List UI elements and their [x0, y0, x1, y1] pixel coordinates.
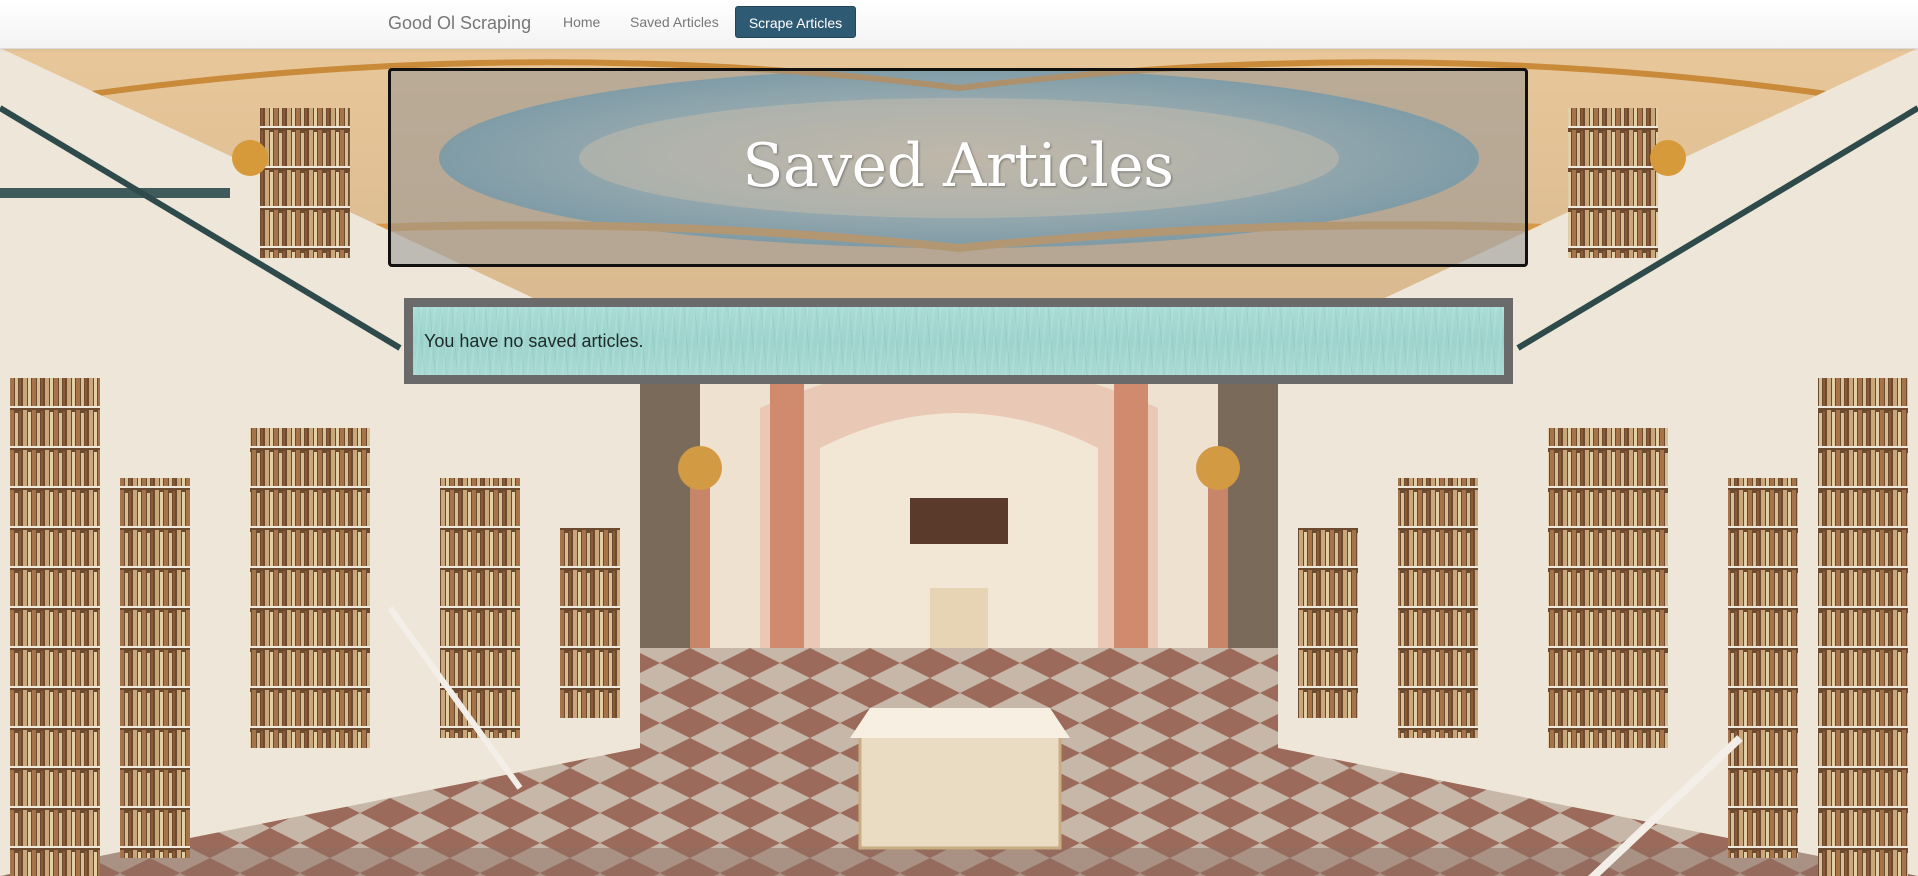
page-title: Saved Articles: [742, 131, 1174, 201]
nav-link-saved-articles[interactable]: Saved Articles: [630, 13, 719, 31]
nav-link-home[interactable]: Home: [563, 13, 600, 31]
empty-state-message: You have no saved articles.: [424, 331, 644, 351]
page-header-jumbotron: Saved Articles: [388, 68, 1528, 267]
top-navbar: Good Ol Scraping Home Saved Articles Scr…: [0, 0, 1918, 49]
brand-link[interactable]: Good Ol Scraping: [388, 12, 531, 34]
scrape-articles-button[interactable]: Scrape Articles: [735, 6, 856, 38]
empty-state-panel: You have no saved articles.: [404, 298, 1513, 384]
